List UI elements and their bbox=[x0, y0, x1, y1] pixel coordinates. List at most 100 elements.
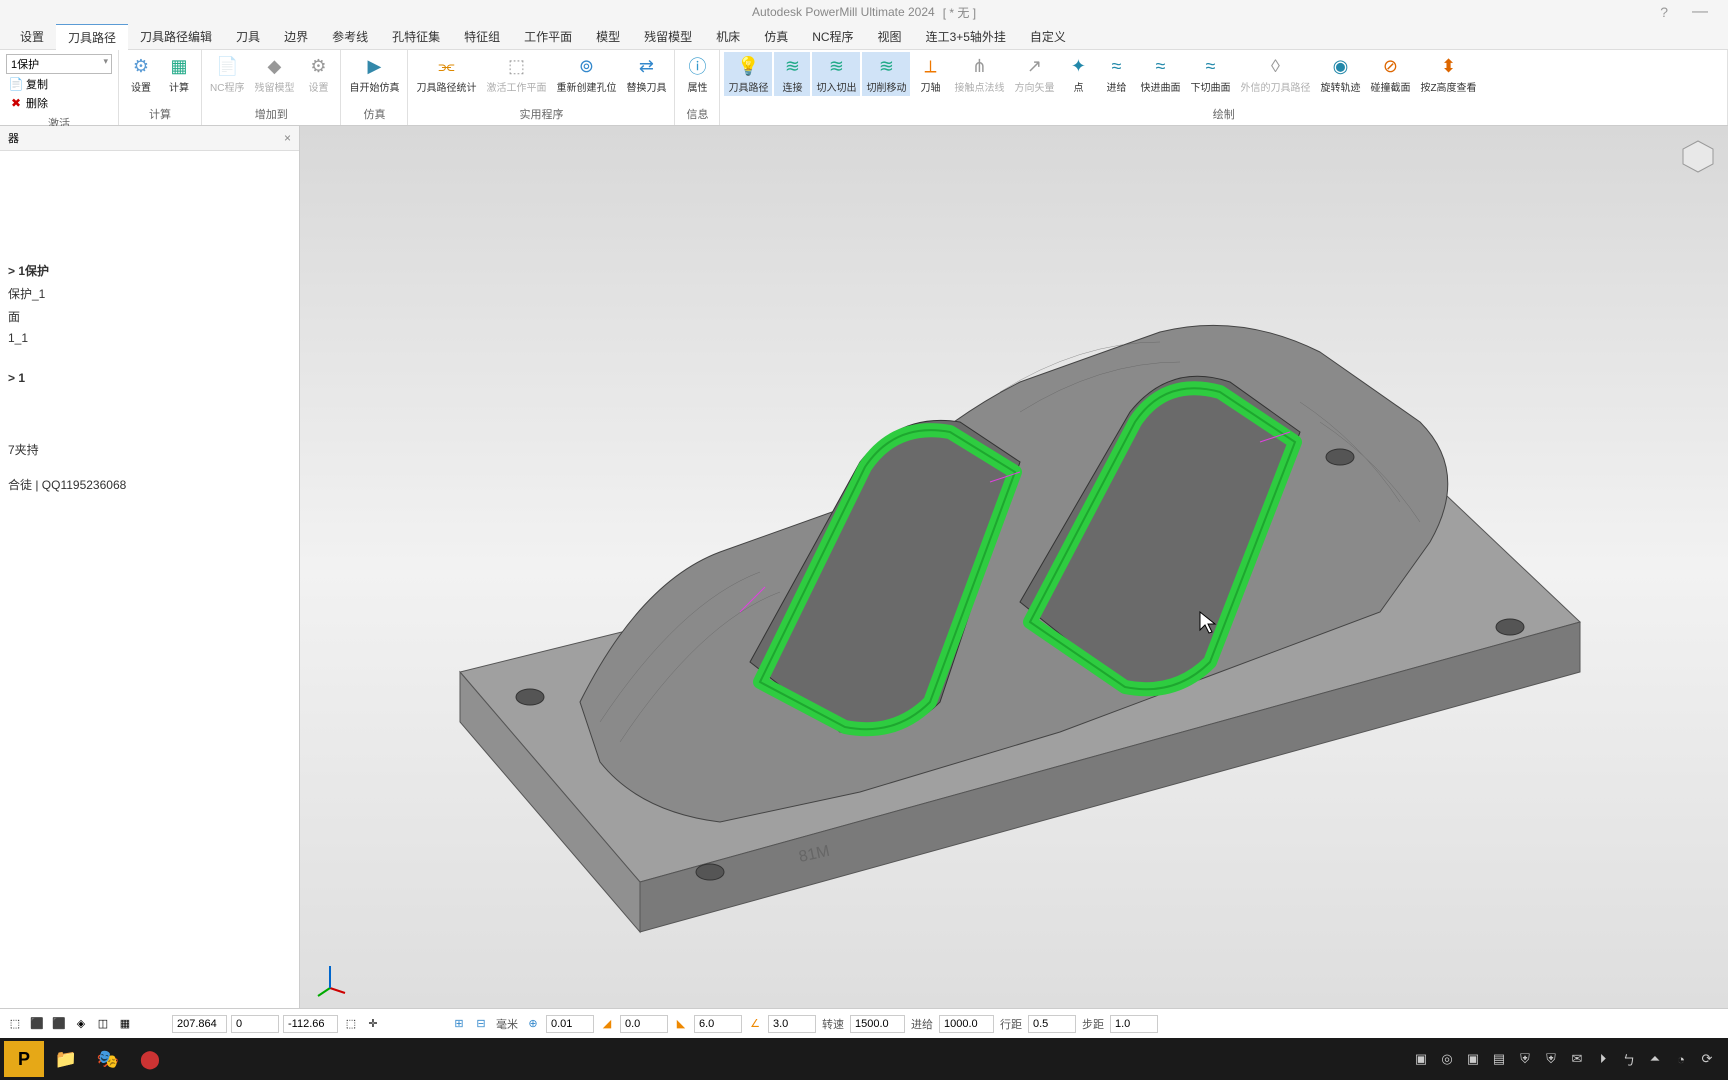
tab-residual[interactable]: 残留模型 bbox=[632, 24, 704, 49]
calculate-button[interactable]: ▦ 计算 bbox=[161, 52, 197, 96]
active-toolpath-dropdown[interactable]: 1保护 bbox=[6, 54, 112, 74]
step-field[interactable] bbox=[1028, 1015, 1076, 1033]
tab-simulation[interactable]: 仿真 bbox=[752, 24, 800, 49]
lower-curve-button[interactable]: ≈ 下切曲面 bbox=[1186, 52, 1234, 96]
tab-reference[interactable]: 参考线 bbox=[320, 24, 380, 49]
status-icon-2[interactable]: ⬛ bbox=[28, 1015, 46, 1033]
app-icon-1[interactable]: 🎭 bbox=[88, 1041, 128, 1077]
entry-exit-toggle[interactable]: ≋ 切入切出 bbox=[812, 52, 860, 96]
tray-icon[interactable]: ◔ bbox=[1672, 1050, 1690, 1068]
tray-icon[interactable]: ▤ bbox=[1490, 1050, 1508, 1068]
tab-nc-program[interactable]: NC程序 bbox=[800, 24, 865, 49]
tray-icon[interactable]: ◎ bbox=[1438, 1050, 1456, 1068]
settings-button[interactable]: ⚙ 设置 bbox=[123, 52, 159, 96]
angle-icon-1[interactable]: ◢ bbox=[598, 1015, 616, 1033]
coord-y-field[interactable] bbox=[231, 1015, 279, 1033]
explorer-tree[interactable]: > 1保护 保护_1 面 1_1 > 1 7夹持 合徒 | QQ11952360… bbox=[0, 151, 299, 504]
tab-boundary[interactable]: 边界 bbox=[272, 24, 320, 49]
collision-section-button[interactable]: ⊘ 碰撞截面 bbox=[1366, 52, 1414, 96]
cut-move-toggle[interactable]: ≋ 切削移动 bbox=[862, 52, 910, 96]
group-label-calculate: 计算 bbox=[123, 105, 197, 123]
tab-toolpath[interactable]: 刀具路径 bbox=[56, 23, 128, 50]
angle2-field[interactable] bbox=[694, 1015, 742, 1033]
residual-model-button: ◆ 残留模型 bbox=[250, 52, 298, 96]
tolerance-field[interactable] bbox=[546, 1015, 594, 1033]
tree-item[interactable]: 合徒 | QQ1195236068 bbox=[8, 473, 291, 496]
tab-hole-feature[interactable]: 孔特征集 bbox=[380, 24, 452, 49]
speed-field[interactable] bbox=[850, 1015, 905, 1033]
status-icon-6[interactable]: ▦ bbox=[116, 1015, 134, 1033]
tray-icon[interactable]: ⛨ bbox=[1516, 1050, 1534, 1068]
status-icon-4[interactable]: ◈ bbox=[72, 1015, 90, 1033]
delete-action[interactable]: ✖ 删除 bbox=[6, 94, 112, 112]
start-sim-button[interactable]: ▶ 自开始仿真 bbox=[345, 52, 403, 96]
tool-axis-button[interactable]: ⟂ 刀轴 bbox=[912, 52, 948, 96]
step2-field[interactable] bbox=[1110, 1015, 1158, 1033]
info-icon: ⓘ bbox=[685, 54, 709, 78]
angle1-field[interactable] bbox=[620, 1015, 668, 1033]
tolerance-icon[interactable]: ⊕ bbox=[524, 1015, 542, 1033]
tab-view[interactable]: 视图 bbox=[866, 24, 914, 49]
axis-icon[interactable]: ✛ bbox=[364, 1015, 382, 1033]
toolpath-toggle[interactable]: 💡 刀具路径 bbox=[724, 52, 772, 96]
tray-icon[interactable]: ⏶ bbox=[1646, 1050, 1664, 1068]
fast-curve-button[interactable]: ≈ 快进曲面 bbox=[1136, 52, 1184, 96]
tray-icon[interactable]: ✉ bbox=[1568, 1050, 1586, 1068]
model-render: 81M bbox=[460, 325, 1580, 932]
tray-icon[interactable]: ⛨ bbox=[1542, 1050, 1560, 1068]
feed-button[interactable]: ≈ 进给 bbox=[1098, 52, 1134, 96]
file-explorer-icon[interactable]: 📁 bbox=[46, 1041, 86, 1077]
view-cube[interactable] bbox=[1678, 136, 1718, 176]
spiral-button[interactable]: ◉ 旋转轨迹 bbox=[1316, 52, 1364, 96]
status-icon-1[interactable]: ⬚ bbox=[6, 1015, 24, 1033]
volume-icon[interactable]: ⟳ bbox=[1698, 1050, 1716, 1068]
copy-action[interactable]: 📄 复制 bbox=[6, 75, 112, 93]
angle-icon-3[interactable]: ∠ bbox=[746, 1015, 764, 1033]
connect-toggle[interactable]: ≋ 连接 bbox=[774, 52, 810, 96]
tray-ime-icon[interactable]: ㄅ bbox=[1620, 1050, 1638, 1068]
system-tray[interactable]: ▣ ◎ ▣ ▤ ⛨ ⛨ ✉ ⏵ ㄅ ⏶ ◔ ⟳ bbox=[1412, 1050, 1724, 1068]
3d-viewport[interactable]: 81M bbox=[300, 126, 1728, 1008]
point-button[interactable]: ✦ 点 bbox=[1060, 52, 1096, 96]
tab-machine[interactable]: 机床 bbox=[704, 24, 752, 49]
tab-settings[interactable]: 设置 bbox=[8, 24, 56, 49]
tray-icon[interactable]: ▣ bbox=[1412, 1050, 1430, 1068]
tree-item[interactable]: 保护_1 bbox=[8, 282, 291, 305]
help-icon[interactable]: ? bbox=[1660, 4, 1668, 20]
powermill-taskbar-icon[interactable]: P bbox=[4, 1041, 44, 1077]
tree-item[interactable]: 7夹持 bbox=[8, 438, 291, 461]
grid-icon-2[interactable]: ⊟ bbox=[472, 1015, 490, 1033]
tab-tool[interactable]: 刀具 bbox=[224, 24, 272, 49]
tab-feature-group[interactable]: 特征组 bbox=[452, 24, 512, 49]
angle-icon-2[interactable]: ◣ bbox=[672, 1015, 690, 1033]
tree-item[interactable]: 1_1 bbox=[8, 328, 291, 348]
status-icon-3[interactable]: ⬛ bbox=[50, 1015, 68, 1033]
tree-item[interactable]: > 1保护 bbox=[8, 259, 291, 282]
tab-plugin[interactable]: 连工3+5轴外挂 bbox=[914, 24, 1018, 49]
grid-icon-1[interactable]: ⊞ bbox=[450, 1015, 468, 1033]
tab-custom[interactable]: 自定义 bbox=[1018, 24, 1078, 49]
tree-item[interactable]: > 1 bbox=[8, 368, 291, 388]
recreate-hole-button[interactable]: ⊚ 重新创建孔位 bbox=[552, 52, 620, 96]
lock-icon[interactable]: ⬚ bbox=[342, 1015, 360, 1033]
nc-program-button[interactable]: 📄 NC程序 bbox=[206, 52, 248, 96]
app-icon-2[interactable]: ⬤ bbox=[130, 1041, 170, 1077]
group-label-addto: 增加到 bbox=[206, 105, 336, 123]
feed-field[interactable] bbox=[939, 1015, 994, 1033]
toolpath-stat-button[interactable]: ⫘ 刀具路径统计 bbox=[412, 52, 480, 96]
minimize-icon[interactable]: — bbox=[1692, 3, 1708, 21]
tray-icon[interactable]: ▣ bbox=[1464, 1050, 1482, 1068]
tray-icon[interactable]: ⏵ bbox=[1594, 1050, 1612, 1068]
coord-z-field[interactable] bbox=[283, 1015, 338, 1033]
tab-model[interactable]: 模型 bbox=[584, 24, 632, 49]
viewport-check-button[interactable]: ⬍ 按Z高度查看 bbox=[1416, 52, 1480, 96]
status-icon-5[interactable]: ◫ bbox=[94, 1015, 112, 1033]
change-tool-button[interactable]: ⇄ 替换刀具 bbox=[622, 52, 670, 96]
coord-x-field[interactable] bbox=[172, 1015, 227, 1033]
contact-normal-button: ⋔ 接触点法线 bbox=[950, 52, 1008, 96]
tab-toolpath-edit[interactable]: 刀具路径编辑 bbox=[128, 24, 224, 49]
close-icon[interactable]: × bbox=[284, 131, 291, 145]
properties-button[interactable]: ⓘ 属性 bbox=[679, 52, 715, 96]
tree-item[interactable]: 面 bbox=[8, 305, 291, 328]
tab-workplane[interactable]: 工作平面 bbox=[512, 24, 584, 49]
